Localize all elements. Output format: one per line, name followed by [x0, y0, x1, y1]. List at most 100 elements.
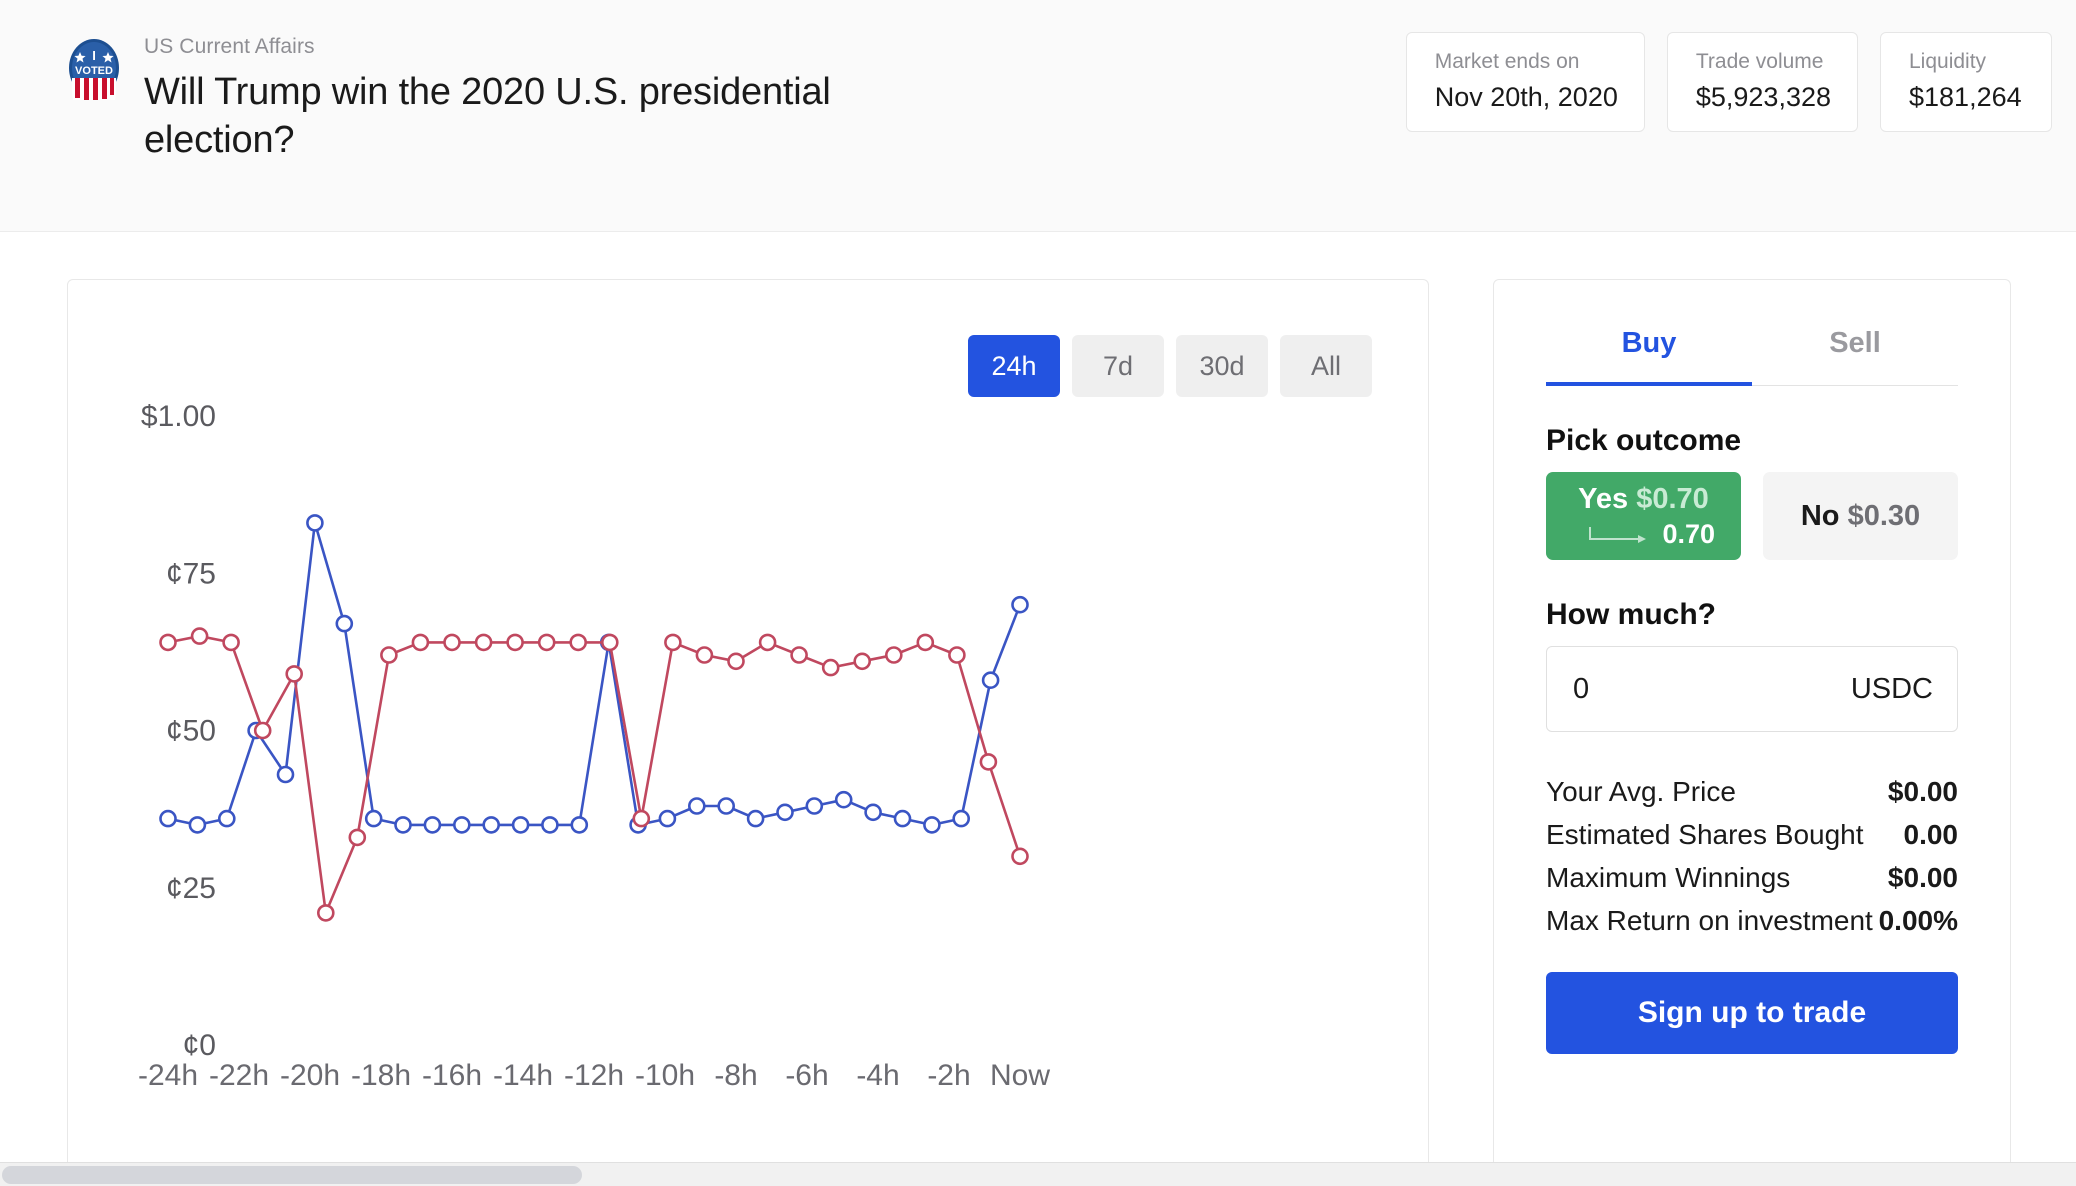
series-point-no	[222, 633, 240, 652]
outcome-no-name: No	[1800, 500, 1840, 532]
x-axis-tick-label: -4h	[856, 1059, 899, 1092]
x-axis-tick-label: -10h	[635, 1059, 695, 1092]
series-point-no	[727, 652, 745, 671]
series-point-no	[316, 904, 335, 922]
x-axis-tick-label: -24h	[138, 1059, 198, 1092]
range-button-all[interactable]: All	[1280, 335, 1372, 397]
series-point-yes	[423, 816, 442, 834]
summary-label: Maximum Winnings	[1546, 862, 1791, 893]
series-point-yes	[541, 816, 559, 834]
series-point-no	[664, 633, 682, 652]
stat-value: Nov 20th, 2020	[1434, 82, 1618, 112]
x-axis-tick-label: -12h	[564, 1059, 624, 1092]
series-point-no	[821, 658, 840, 677]
summary-row-avg-price: Your Avg. Price $0.00	[1546, 770, 1958, 813]
price-chart: $1.00 ¢75 ¢50 ¢25 ¢0 -24h -22h -20h -18h -16h -14h…	[68, 280, 1430, 1182]
amount-currency-label: USDC	[1850, 672, 1933, 705]
y-axis-tick-label: $1.00	[141, 400, 216, 433]
pick-outcome-label: Pick outcome	[1546, 424, 1742, 457]
series-point-no	[253, 721, 272, 740]
stat-label: Liquidity	[1909, 50, 1987, 73]
series-point-yes	[864, 803, 882, 822]
y-axis-tick-label: ¢25	[166, 872, 216, 905]
amount-input[interactable]	[1573, 672, 1789, 706]
tab-sell[interactable]: Sell	[1752, 308, 1958, 386]
series-point-no	[758, 633, 777, 652]
outcome-no-button[interactable]: No $0.30	[1763, 472, 1958, 560]
stat-label: Trade volume	[1695, 50, 1824, 73]
outcome-options: Yes $0.70 0.70 No $0.30	[1546, 472, 1958, 560]
summary-row-max-roi: Max Return on investment 0.00%	[1546, 899, 1958, 942]
series-point-no	[380, 646, 398, 664]
summary-value: $0.00	[1887, 862, 1958, 893]
amount-field[interactable]: USDC	[1546, 646, 1958, 732]
sign-up-to-trade-button[interactable]: Sign up to trade	[1546, 972, 1958, 1054]
svg-text:VOTED: VOTED	[75, 65, 113, 77]
x-axis-tick-label: -6h	[785, 1059, 828, 1092]
series-point-no	[411, 633, 430, 652]
scrollbar-thumb[interactable]	[2, 1166, 582, 1184]
summary-label: Your Avg. Price	[1546, 776, 1736, 807]
series-point-yes	[335, 614, 354, 633]
series-point-yes	[570, 816, 589, 834]
corner-arrow-icon	[1589, 526, 1647, 543]
series-point-no	[474, 633, 493, 652]
series-point-yes	[834, 790, 853, 809]
series-point-yes	[364, 809, 383, 828]
y-axis-tick-label: ¢50	[166, 715, 216, 748]
outcome-no-row: No $0.30	[1801, 499, 1920, 533]
x-axis-tick-label: Now	[990, 1059, 1050, 1092]
series-point-no	[569, 633, 588, 652]
series-point-no	[916, 633, 935, 652]
range-button-7d[interactable]: 7d	[1072, 335, 1164, 397]
x-axis-tick-label: -18h	[351, 1059, 411, 1092]
range-button-30d[interactable]: 30d	[1176, 335, 1268, 397]
series-point-yes	[276, 765, 295, 784]
series-point-no	[790, 646, 808, 664]
outcome-yes-shares: 0.70	[1662, 519, 1715, 549]
summary-value: $0.00	[1887, 776, 1958, 807]
header-text-group: US Current Affairs Will Trump win the 20…	[144, 34, 974, 164]
series-point-yes	[306, 514, 324, 532]
series-point-no	[884, 646, 903, 664]
market-stats: Market ends on Nov 20th, 2020 Trade volu…	[1405, 32, 2052, 132]
series-point-yes	[952, 809, 971, 828]
x-axis-tick-label: -16h	[422, 1059, 482, 1092]
x-axis-tick-label: -2h	[927, 1059, 970, 1092]
x-axis-tick-label: -20h	[280, 1059, 340, 1092]
series-point-yes	[981, 671, 1000, 690]
series-point-yes	[482, 816, 501, 834]
main-content: $1.00 ¢75 ¢50 ¢25 ¢0 -24h -22h -20h -18h -16h -14h…	[0, 232, 2076, 1186]
time-range-tabs[interactable]: 24h 7d 30d All	[968, 335, 1372, 397]
series-point-yes	[452, 816, 471, 834]
series-point-yes	[776, 803, 794, 822]
i-voted-badge-icon: I VOTED	[66, 38, 122, 100]
price-chart-svg: $1.00 ¢75 ¢50 ¢25 ¢0-24h -22h -20h -18h -16h -14h…	[138, 400, 1050, 1092]
stat-card-liquidity: Liquidity $181,264	[1880, 32, 2052, 132]
series-point-no	[537, 633, 556, 652]
series-point-no	[190, 627, 209, 645]
stat-value: $5,923,328	[1695, 82, 1831, 112]
stat-card-trade-volume: Trade volume $5,923,328	[1666, 32, 1858, 132]
x-axis-tick-label: -14h	[493, 1059, 553, 1092]
series-point-yes	[687, 797, 706, 815]
series-point-no	[600, 633, 619, 652]
range-button-24h[interactable]: 24h	[968, 335, 1060, 397]
series-point-yes	[923, 816, 941, 834]
series-point-yes	[159, 809, 177, 828]
x-axis-tick-label: -22h	[209, 1059, 269, 1092]
series-point-yes	[658, 809, 677, 828]
stat-value: $181,264	[1909, 82, 2022, 112]
series-point-no	[443, 633, 461, 652]
tab-buy[interactable]: Buy	[1546, 308, 1752, 386]
summary-row-max-winnings: Maximum Winnings $0.00	[1546, 856, 1958, 899]
x-axis-tick-label: -8h	[714, 1059, 757, 1092]
outcome-yes-price: $0.70	[1636, 483, 1709, 515]
buy-sell-tabs[interactable]: Buy Sell	[1546, 308, 1958, 386]
outcome-yes-button[interactable]: Yes $0.70 0.70	[1546, 472, 1741, 560]
svg-text:I: I	[92, 48, 96, 63]
series-point-no	[695, 646, 714, 664]
series-point-yes	[394, 816, 412, 834]
horizontal-scrollbar[interactable]	[0, 1162, 2076, 1186]
series-point-no	[948, 646, 966, 664]
